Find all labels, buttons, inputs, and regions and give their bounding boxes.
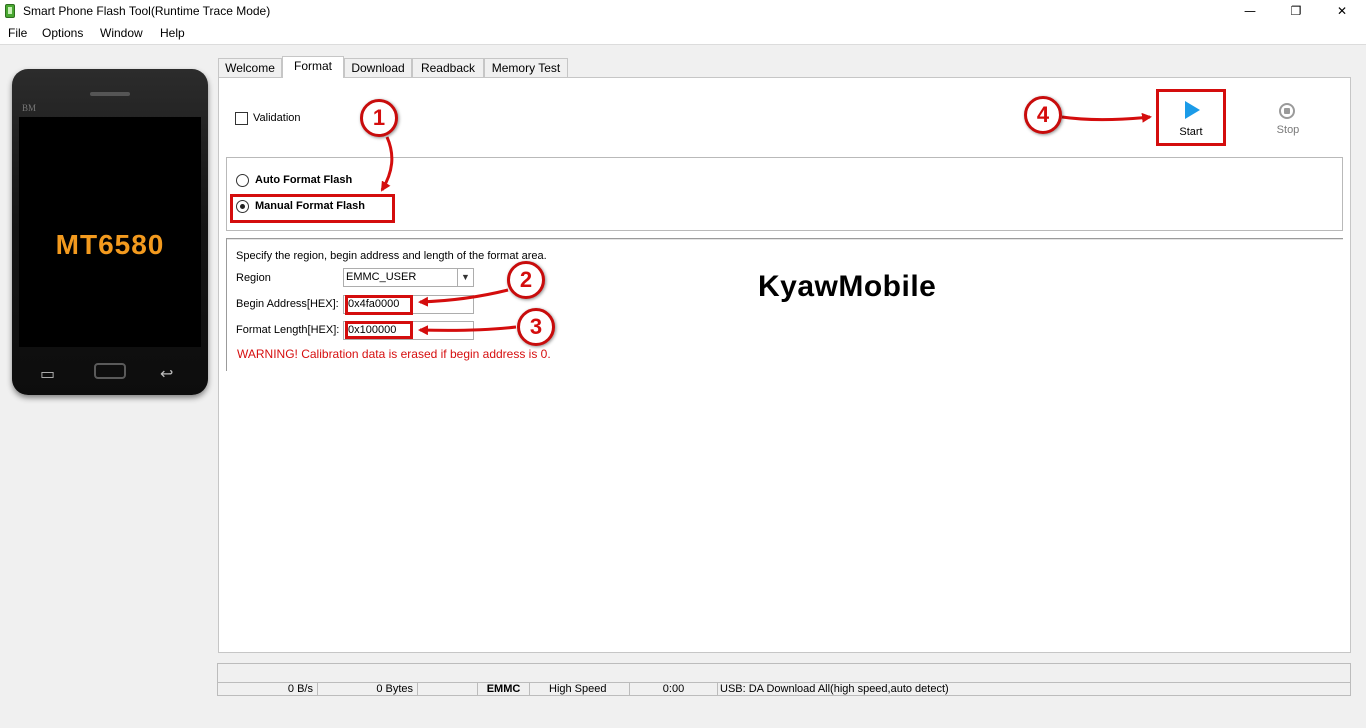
stop-button[interactable]: Stop — [1268, 100, 1308, 140]
step-3-marker: 3 — [517, 308, 555, 346]
status-empty — [418, 683, 478, 695]
status-bytes: 0 Bytes — [318, 683, 418, 695]
status-time: 0:00 — [630, 683, 718, 695]
menu-help[interactable]: Help — [160, 26, 185, 40]
chevron-down-icon[interactable]: ▼ — [457, 269, 473, 286]
menu-bar: File Options Window Help — [0, 23, 1366, 45]
phone-screen: MT6580 — [19, 117, 201, 347]
begin-address-highlight — [345, 295, 413, 315]
format-length-highlight — [345, 321, 413, 339]
region-label: Region — [236, 272, 271, 284]
phone-speaker — [90, 92, 130, 96]
phone-brand: BM — [22, 103, 37, 113]
region-select[interactable]: EMMC_USER ▼ — [343, 268, 474, 287]
status-speed: 0 B/s — [218, 683, 318, 695]
progress-bar — [217, 663, 1351, 683]
back-key-icon: ↩ — [160, 366, 174, 383]
menu-key-icon: ▭ — [40, 366, 56, 383]
auto-format-radio[interactable] — [236, 174, 249, 187]
status-storage: EMMC — [478, 683, 530, 695]
menu-file[interactable]: File — [8, 26, 27, 40]
status-mode: High Speed — [530, 683, 630, 695]
status-usb: USB: DA Download All(high speed,auto det… — [720, 683, 949, 695]
start-label: Start — [1179, 126, 1203, 138]
chip-model-label: MT6580 — [55, 229, 165, 260]
manual-format-highlight — [230, 194, 395, 223]
home-key-icon — [94, 363, 126, 379]
stop-icon — [1279, 103, 1295, 119]
window-title: Smart Phone Flash Tool(Runtime Trace Mod… — [23, 4, 271, 18]
tab-readback[interactable]: Readback — [412, 58, 484, 77]
begin-address-label: Begin Address[HEX]: — [236, 298, 339, 310]
minimize-button[interactable]: — — [1227, 0, 1273, 23]
stop-label: Stop — [1276, 124, 1300, 136]
auto-format-label: Auto Format Flash — [255, 174, 353, 186]
menu-options[interactable]: Options — [42, 26, 83, 40]
validation-label: Validation — [253, 112, 301, 124]
play-icon — [1185, 101, 1200, 119]
tab-format[interactable]: Format — [282, 56, 344, 78]
detail-left-border — [226, 238, 228, 371]
phone-image: BM MT6580 ▭ ↩ — [12, 69, 208, 395]
menu-window[interactable]: Window — [100, 26, 143, 40]
tab-welcome[interactable]: Welcome — [218, 58, 282, 77]
tab-memory-test[interactable]: Memory Test — [484, 58, 568, 77]
status-bar: 0 B/s 0 Bytes EMMC High Speed 0:00 USB: … — [217, 682, 1351, 696]
detail-divider — [226, 238, 1343, 240]
spec-description: Specify the region, begin address and le… — [236, 250, 547, 262]
step-1-marker: 1 — [360, 99, 398, 137]
close-button[interactable]: ✕ — [1319, 0, 1365, 23]
title-bar: Smart Phone Flash Tool(Runtime Trace Mod… — [0, 0, 1366, 23]
start-button[interactable]: Start — [1156, 89, 1226, 146]
region-value: EMMC_USER — [346, 271, 417, 283]
maximize-button[interactable]: ❐ — [1273, 0, 1319, 23]
step-4-marker: 4 — [1024, 96, 1062, 134]
watermark-text: KyawMobile — [758, 270, 937, 303]
app-icon — [5, 4, 15, 18]
step-2-marker: 2 — [507, 261, 545, 299]
tab-download[interactable]: Download — [344, 58, 412, 77]
calibration-warning: WARNING! Calibration data is erased if b… — [237, 347, 551, 361]
format-length-label: Format Length[HEX]: — [236, 324, 340, 336]
validation-checkbox[interactable] — [235, 112, 248, 125]
